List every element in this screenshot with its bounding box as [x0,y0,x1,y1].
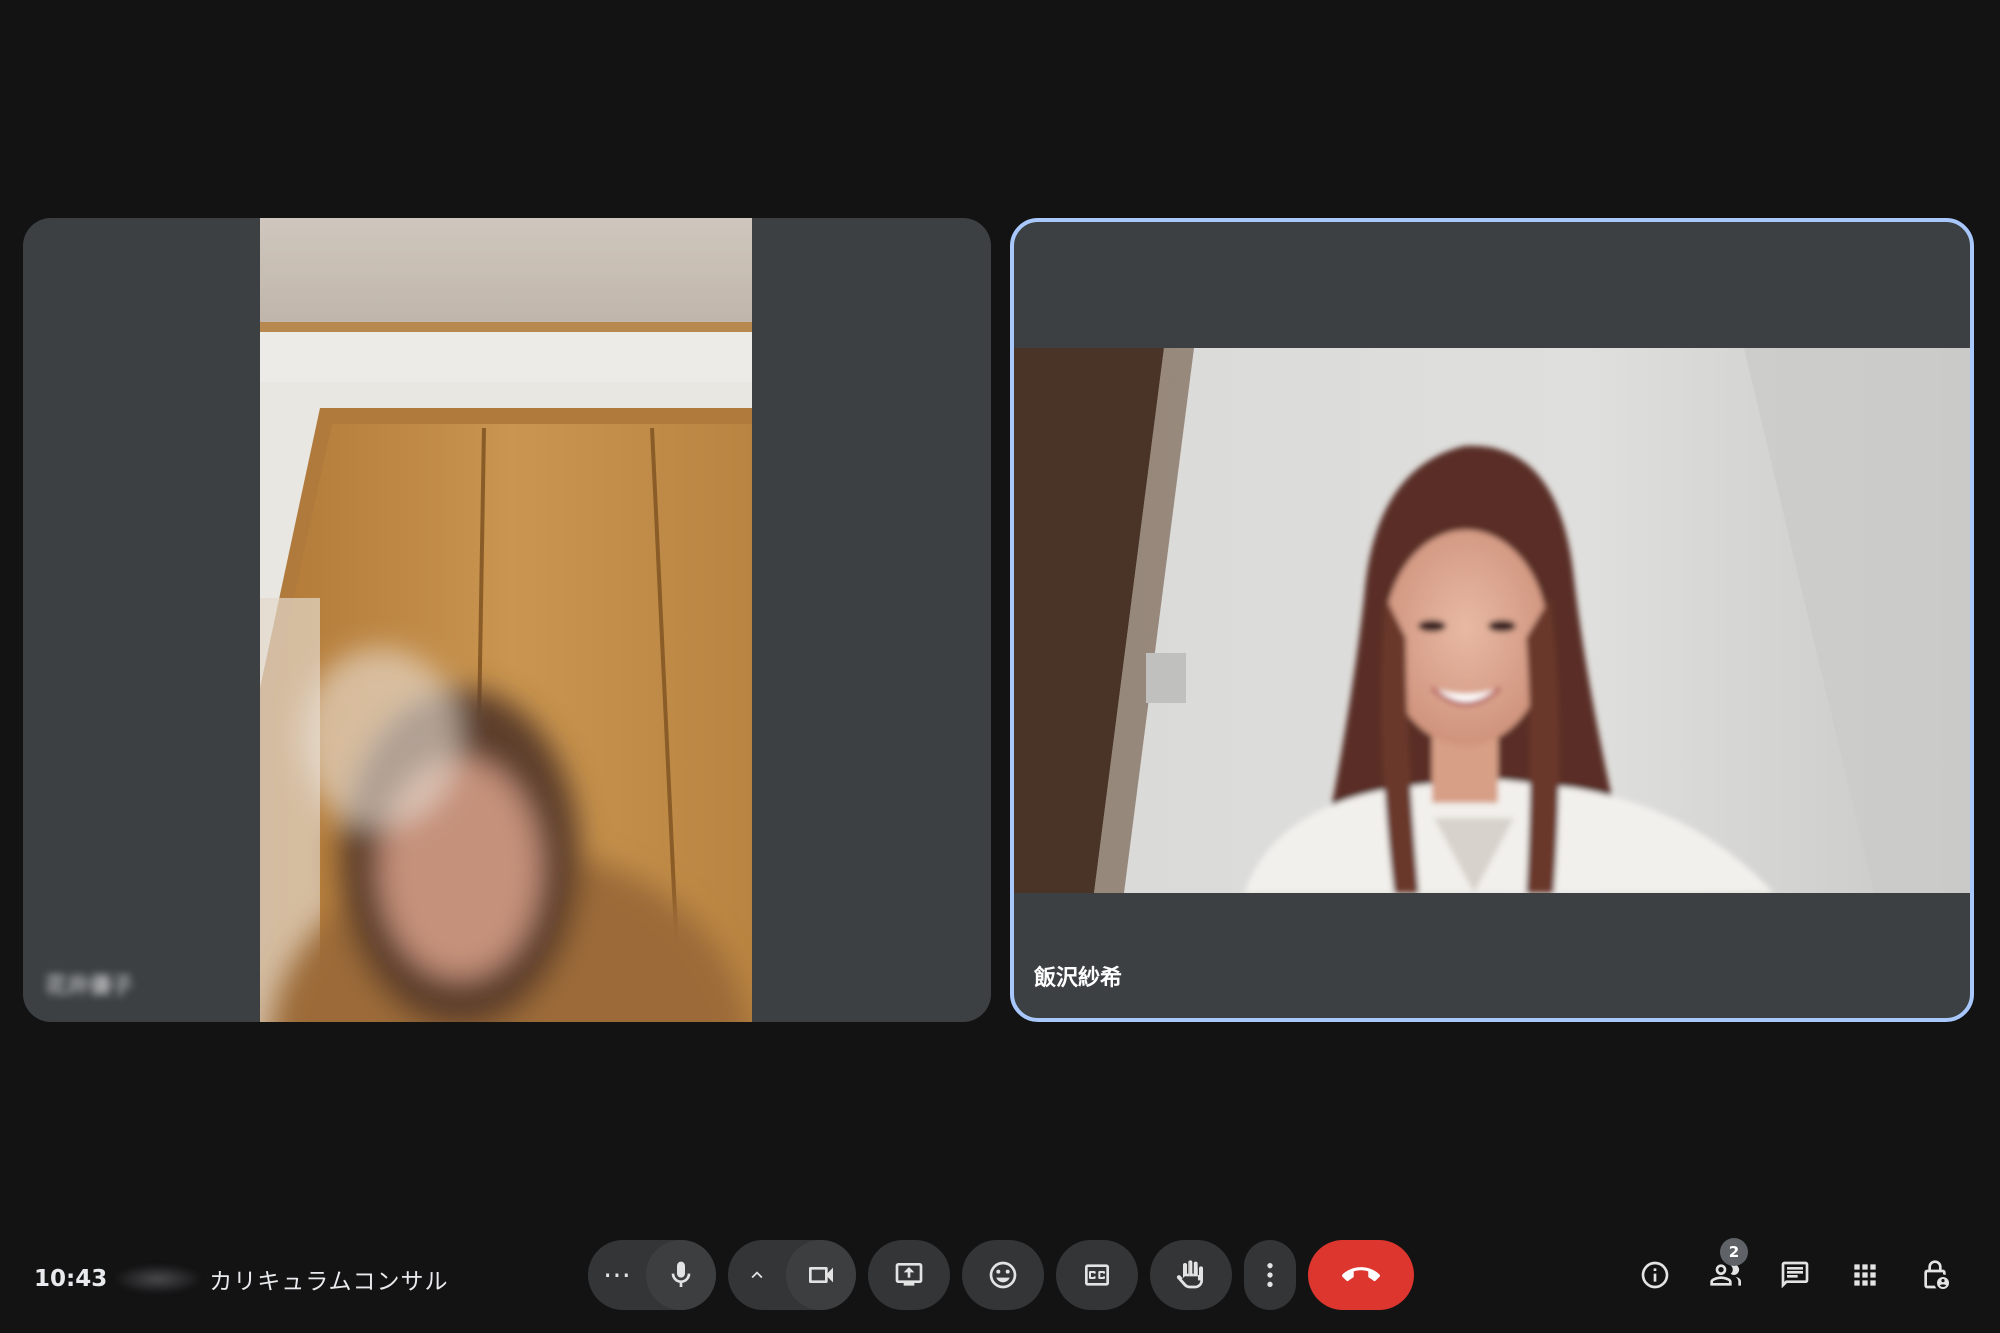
info-icon [1641,1261,1669,1289]
meeting-title: カリキュラムコンサル [209,1269,449,1295]
send-reaction-button[interactable] [962,1240,1044,1310]
main-controls: ⋯ [588,1240,1426,1310]
apps-grid-icon [1854,1264,1876,1286]
activities-button[interactable] [1830,1240,1900,1310]
emoji-icon [989,1261,1017,1289]
mic-icon [671,1261,691,1287]
present-screen-icon [895,1263,923,1286]
raise-hand-button[interactable] [1150,1240,1232,1310]
participant-name: 飯沢紗希 [1034,966,1123,991]
lock-person-icon [1924,1260,1949,1289]
more-options-button[interactable] [1244,1240,1296,1310]
captions-button[interactable] [1056,1240,1138,1310]
chat-button[interactable] [1760,1240,1830,1310]
redacted-separator [113,1264,204,1294]
participant-tile-2[interactable]: 飯沢紗希 [1010,218,1974,1022]
video-options-button[interactable] [728,1240,786,1310]
participant-tile-1[interactable]: 花井優子 [23,218,991,1022]
call-end-icon [1342,1267,1380,1282]
camera-button[interactable] [786,1240,856,1310]
meeting-details-button[interactable] [1620,1240,1690,1310]
audio-options-button[interactable]: ⋯ [588,1240,646,1310]
people-count-badge: 2 [1720,1238,1748,1266]
present-screen-button[interactable] [868,1240,950,1310]
leave-call-button[interactable] [1308,1240,1414,1310]
closed-captions-icon [1085,1264,1109,1286]
participant-name: 花井優子 [45,974,134,999]
more-vert-icon [1267,1263,1273,1287]
meeting-clock: 10:43 [34,1266,108,1292]
host-controls-button[interactable] [1900,1240,1970,1310]
camera-control-group [728,1240,856,1310]
microphone-control-group: ⋯ [588,1240,716,1310]
microphone-button[interactable] [646,1240,716,1310]
participant-video-2 [1014,348,1970,893]
meeting-details: 10:43 カリキュラムコンサル [34,1262,449,1296]
raise-hand-icon [1176,1260,1203,1289]
side-panel-controls: 2 [1620,1238,1970,1310]
call-control-bar: 10:43 カリキュラムコンサル ⋯ 2 [0,1228,2000,1320]
people-button[interactable]: 2 [1690,1238,1760,1310]
chat-icon [1781,1261,1809,1289]
chevron-up-icon [751,1271,763,1279]
participant-video-1 [260,218,752,1022]
more-horiz-icon: ⋯ [603,1258,631,1291]
videocam-icon [809,1267,833,1283]
